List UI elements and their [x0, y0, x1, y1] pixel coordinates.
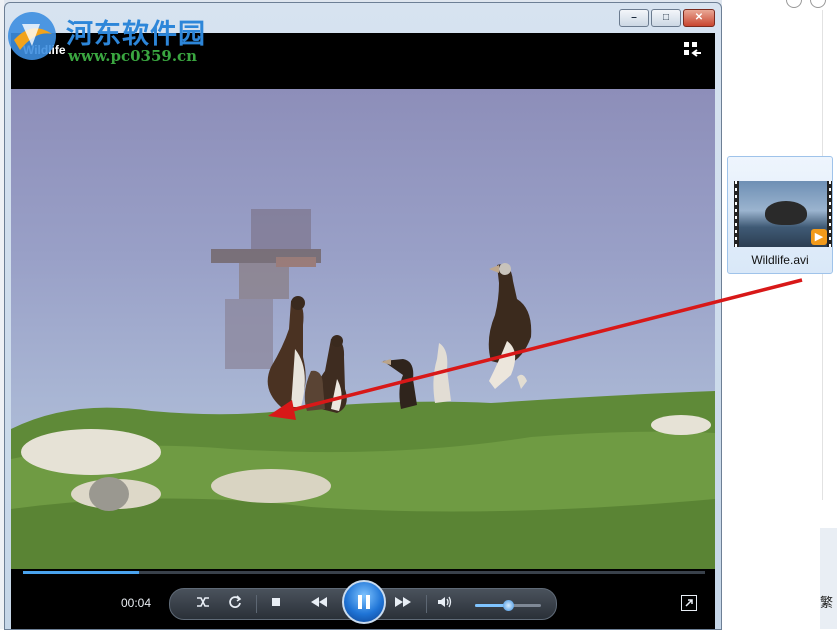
annotation-arrow	[268, 278, 803, 420]
